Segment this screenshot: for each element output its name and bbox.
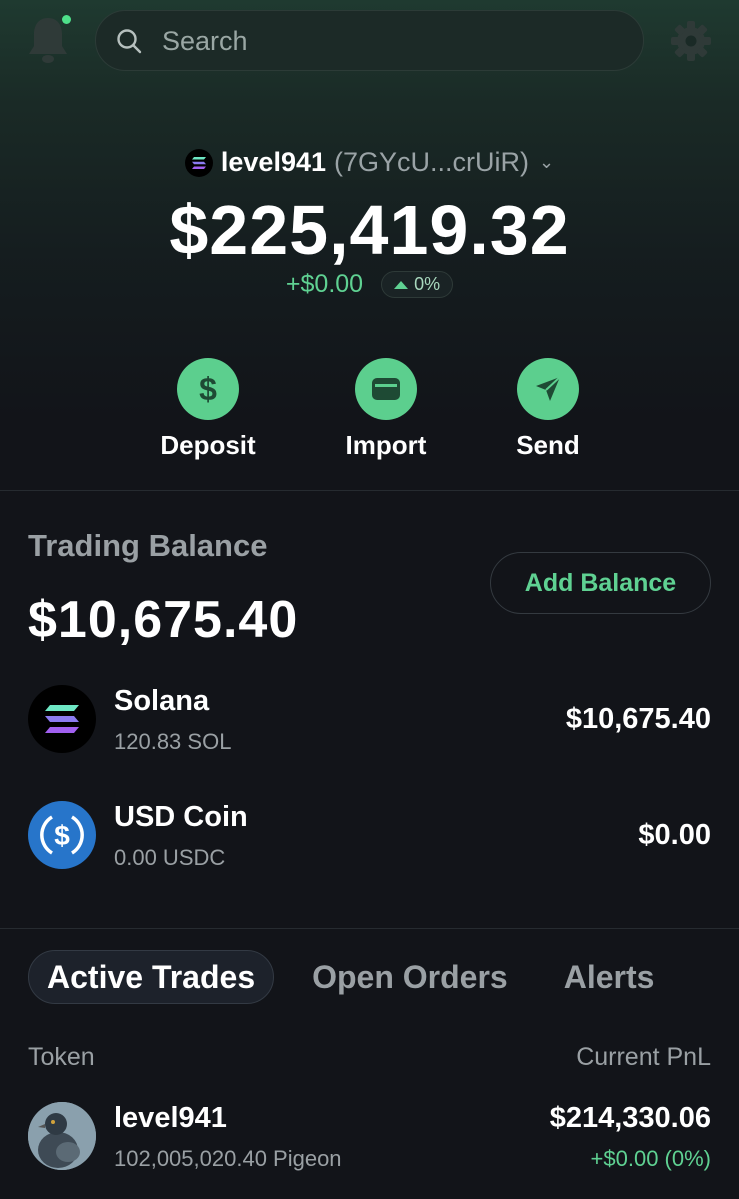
asset-row-usdc[interactable]: $ USD Coin 0.00 USDC $0.00 [28, 801, 711, 871]
account-address: (7GYcU...crUiR) [334, 147, 529, 177]
column-header-token: Token [28, 1043, 95, 1071]
add-balance-button[interactable]: Add Balance [490, 552, 711, 614]
svg-text:$: $ [199, 371, 217, 407]
send-icon [517, 358, 579, 420]
search-bar[interactable] [95, 10, 644, 71]
balance-change: +$0.00 0% [0, 270, 739, 299]
tab-open-orders[interactable]: Open Orders [294, 950, 526, 1004]
top-bar [0, 0, 739, 90]
trading-balance-title: Trading Balance [28, 528, 268, 563]
tab-active-trades[interactable]: Active Trades [28, 950, 275, 1004]
import-label: Import [345, 430, 427, 460]
asset-row-solana[interactable]: Solana 120.83 SOL $10,675.40 [28, 685, 711, 755]
change-value: +$0.00 [285, 270, 364, 298]
trades-tabs: Active Trades Open Orders Alerts [28, 950, 672, 1004]
section-divider [0, 490, 739, 491]
search-input[interactable] [162, 23, 622, 59]
pigeon-avatar [28, 1102, 96, 1170]
deposit-label: Deposit [160, 430, 256, 460]
solana-icon [184, 148, 213, 177]
asset-name: USD Coin [114, 801, 248, 833]
chevron-down-icon: ⌄ [539, 152, 555, 172]
table-row[interactable]: level941 102,005,020.40 Pigeon $214,330.… [28, 1102, 711, 1172]
column-header-pnl: Current PnL [576, 1043, 711, 1071]
svg-text:$: $ [54, 820, 70, 851]
account-name: level941 [220, 147, 326, 177]
token-name: level941 [114, 1102, 227, 1134]
triangle-up-icon [394, 280, 409, 289]
asset-name: Solana [114, 685, 210, 717]
asset-value: $0.00 [638, 819, 711, 851]
token-pnl: $214,330.06 [549, 1102, 711, 1134]
account-selector[interactable]: level941 (7GYcU...crUiR) ⌄ [0, 147, 739, 187]
asset-value: $10,675.40 [565, 703, 711, 735]
change-percent: 0% [414, 274, 441, 294]
wallet-icon [355, 358, 417, 420]
trading-balance-value: $10,675.40 [28, 591, 299, 649]
notification-dot [62, 15, 71, 24]
dollar-icon: $ [177, 358, 239, 420]
send-label: Send [516, 430, 580, 460]
solana-icon [28, 685, 96, 753]
import-button[interactable]: Import [306, 358, 466, 461]
total-balance: $225,419.32 [169, 191, 570, 269]
change-percent-badge: 0% [381, 271, 454, 298]
section-divider [0, 928, 739, 929]
usdc-icon: $ [28, 801, 96, 869]
search-icon [117, 29, 142, 54]
token-pnl-change: +$0.00 (0%) [590, 1146, 711, 1171]
asset-amount: 120.83 SOL [114, 729, 232, 754]
gear-icon[interactable] [668, 18, 714, 64]
deposit-button[interactable]: $ Deposit [128, 358, 288, 461]
token-amount: 102,005,020.40 Pigeon [114, 1146, 342, 1171]
asset-amount: 0.00 USDC [114, 845, 226, 870]
send-button[interactable]: Send [468, 358, 628, 461]
tab-alerts[interactable]: Alerts [546, 950, 673, 1004]
